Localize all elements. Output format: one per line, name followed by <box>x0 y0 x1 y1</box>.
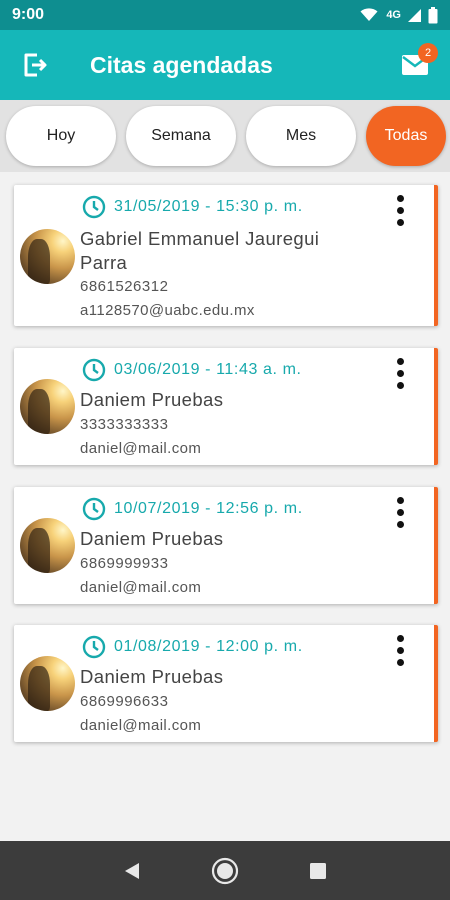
status-bar: 9:00 4G <box>0 0 450 30</box>
more-vert-icon <box>396 358 404 365</box>
clock-icon <box>82 497 106 521</box>
appointment-name: Daniem Pruebas <box>80 666 224 687</box>
appointment-date-row: 03/06/2019 - 11:43 a. m. <box>82 358 302 382</box>
status-time: 9:00 <box>12 6 45 23</box>
more-vert-icon <box>396 195 404 202</box>
appointment-datetime: 10/07/2019 - 12:56 p. m. <box>114 500 303 517</box>
appointment-phone: 6869999933 <box>80 555 169 572</box>
more-vert-dot <box>396 647 404 654</box>
avatar <box>20 656 75 711</box>
system-nav-bar <box>0 841 450 900</box>
appointment-datetime: 03/06/2019 - 11:43 a. m. <box>114 361 302 378</box>
more-options-button[interactable] <box>392 358 408 396</box>
battery-icon <box>428 6 438 23</box>
home-button[interactable] <box>205 851 245 891</box>
clock-icon <box>82 195 106 219</box>
more-options-button[interactable] <box>392 497 408 535</box>
filter-week-button[interactable]: Semana <box>126 106 236 166</box>
appointment-phone: 6861526312 <box>80 278 169 295</box>
logout-icon <box>24 53 47 77</box>
filter-today-button[interactable]: Hoy <box>6 106 116 166</box>
mail-button[interactable]: 2 <box>380 30 450 100</box>
appointment-phone: 3333333333 <box>80 416 169 433</box>
home-icon <box>211 857 239 884</box>
avatar <box>20 229 75 284</box>
appointment-phone: 6869996633 <box>80 693 169 710</box>
page-title: Citas agendadas <box>90 51 273 78</box>
mail-count-badge: 2 <box>418 43 438 63</box>
back-button[interactable] <box>112 851 152 891</box>
more-vert-dot <box>396 659 404 666</box>
more-vert-icon <box>396 497 404 504</box>
more-vert-dot <box>396 382 404 389</box>
more-vert-dot <box>396 207 404 214</box>
clock-icon <box>82 635 106 659</box>
appointment-date-row: 01/08/2019 - 12:00 p. m. <box>82 635 303 659</box>
clock-icon <box>82 358 106 382</box>
appointment-datetime: 31/05/2019 - 15:30 p. m. <box>114 198 303 215</box>
logout-button[interactable] <box>0 30 70 100</box>
app-bar: Citas agendadas 2 <box>0 30 450 100</box>
appointment-name: Daniem Pruebas <box>80 389 224 410</box>
signal-icon <box>408 8 421 22</box>
more-vert-dot <box>396 521 404 528</box>
status-icons: 4G <box>360 6 438 24</box>
more-vert-dot <box>396 370 404 377</box>
more-vert-dot <box>396 509 404 516</box>
appointment-email: a1128570@uabc.edu.mx <box>80 302 255 319</box>
filter-month-button[interactable]: Mes <box>246 106 356 166</box>
wifi-icon <box>360 8 378 21</box>
appointment-name: Gabriel Emmanuel Jauregui Parra <box>80 228 320 273</box>
appointment-date-row: 10/07/2019 - 12:56 p. m. <box>82 497 303 521</box>
appointment-datetime: 01/08/2019 - 12:00 p. m. <box>114 638 303 655</box>
appointment-date-row: 31/05/2019 - 15:30 p. m. <box>82 195 303 219</box>
appointment-card[interactable]: 31/05/2019 - 15:30 p. m. Gabriel Emmanue… <box>14 185 438 326</box>
appointment-email: daniel@mail.com <box>80 717 202 734</box>
appointment-name: Daniem Pruebas <box>80 528 224 549</box>
appointment-card[interactable]: 10/07/2019 - 12:56 p. m. Daniem Pruebas … <box>14 487 438 604</box>
appointment-card[interactable]: 03/06/2019 - 11:43 a. m. Daniem Pruebas … <box>14 348 438 465</box>
avatar <box>20 518 75 573</box>
filter-all-button[interactable]: Todas <box>366 106 446 166</box>
filter-bar: Hoy Semana Mes Todas <box>0 100 450 172</box>
appointment-email: daniel@mail.com <box>80 579 202 596</box>
network-type-label: 4G <box>386 9 401 21</box>
appointment-card[interactable]: 01/08/2019 - 12:00 p. m. Daniem Pruebas … <box>14 625 438 742</box>
more-options-button[interactable] <box>392 195 408 233</box>
more-options-button[interactable] <box>392 635 408 673</box>
recents-icon <box>310 862 327 879</box>
avatar <box>20 379 75 434</box>
more-vert-icon <box>396 635 404 642</box>
appointment-email: daniel@mail.com <box>80 440 202 457</box>
back-icon <box>124 862 139 879</box>
recents-button[interactable] <box>298 851 338 891</box>
more-vert-dot <box>396 219 404 226</box>
